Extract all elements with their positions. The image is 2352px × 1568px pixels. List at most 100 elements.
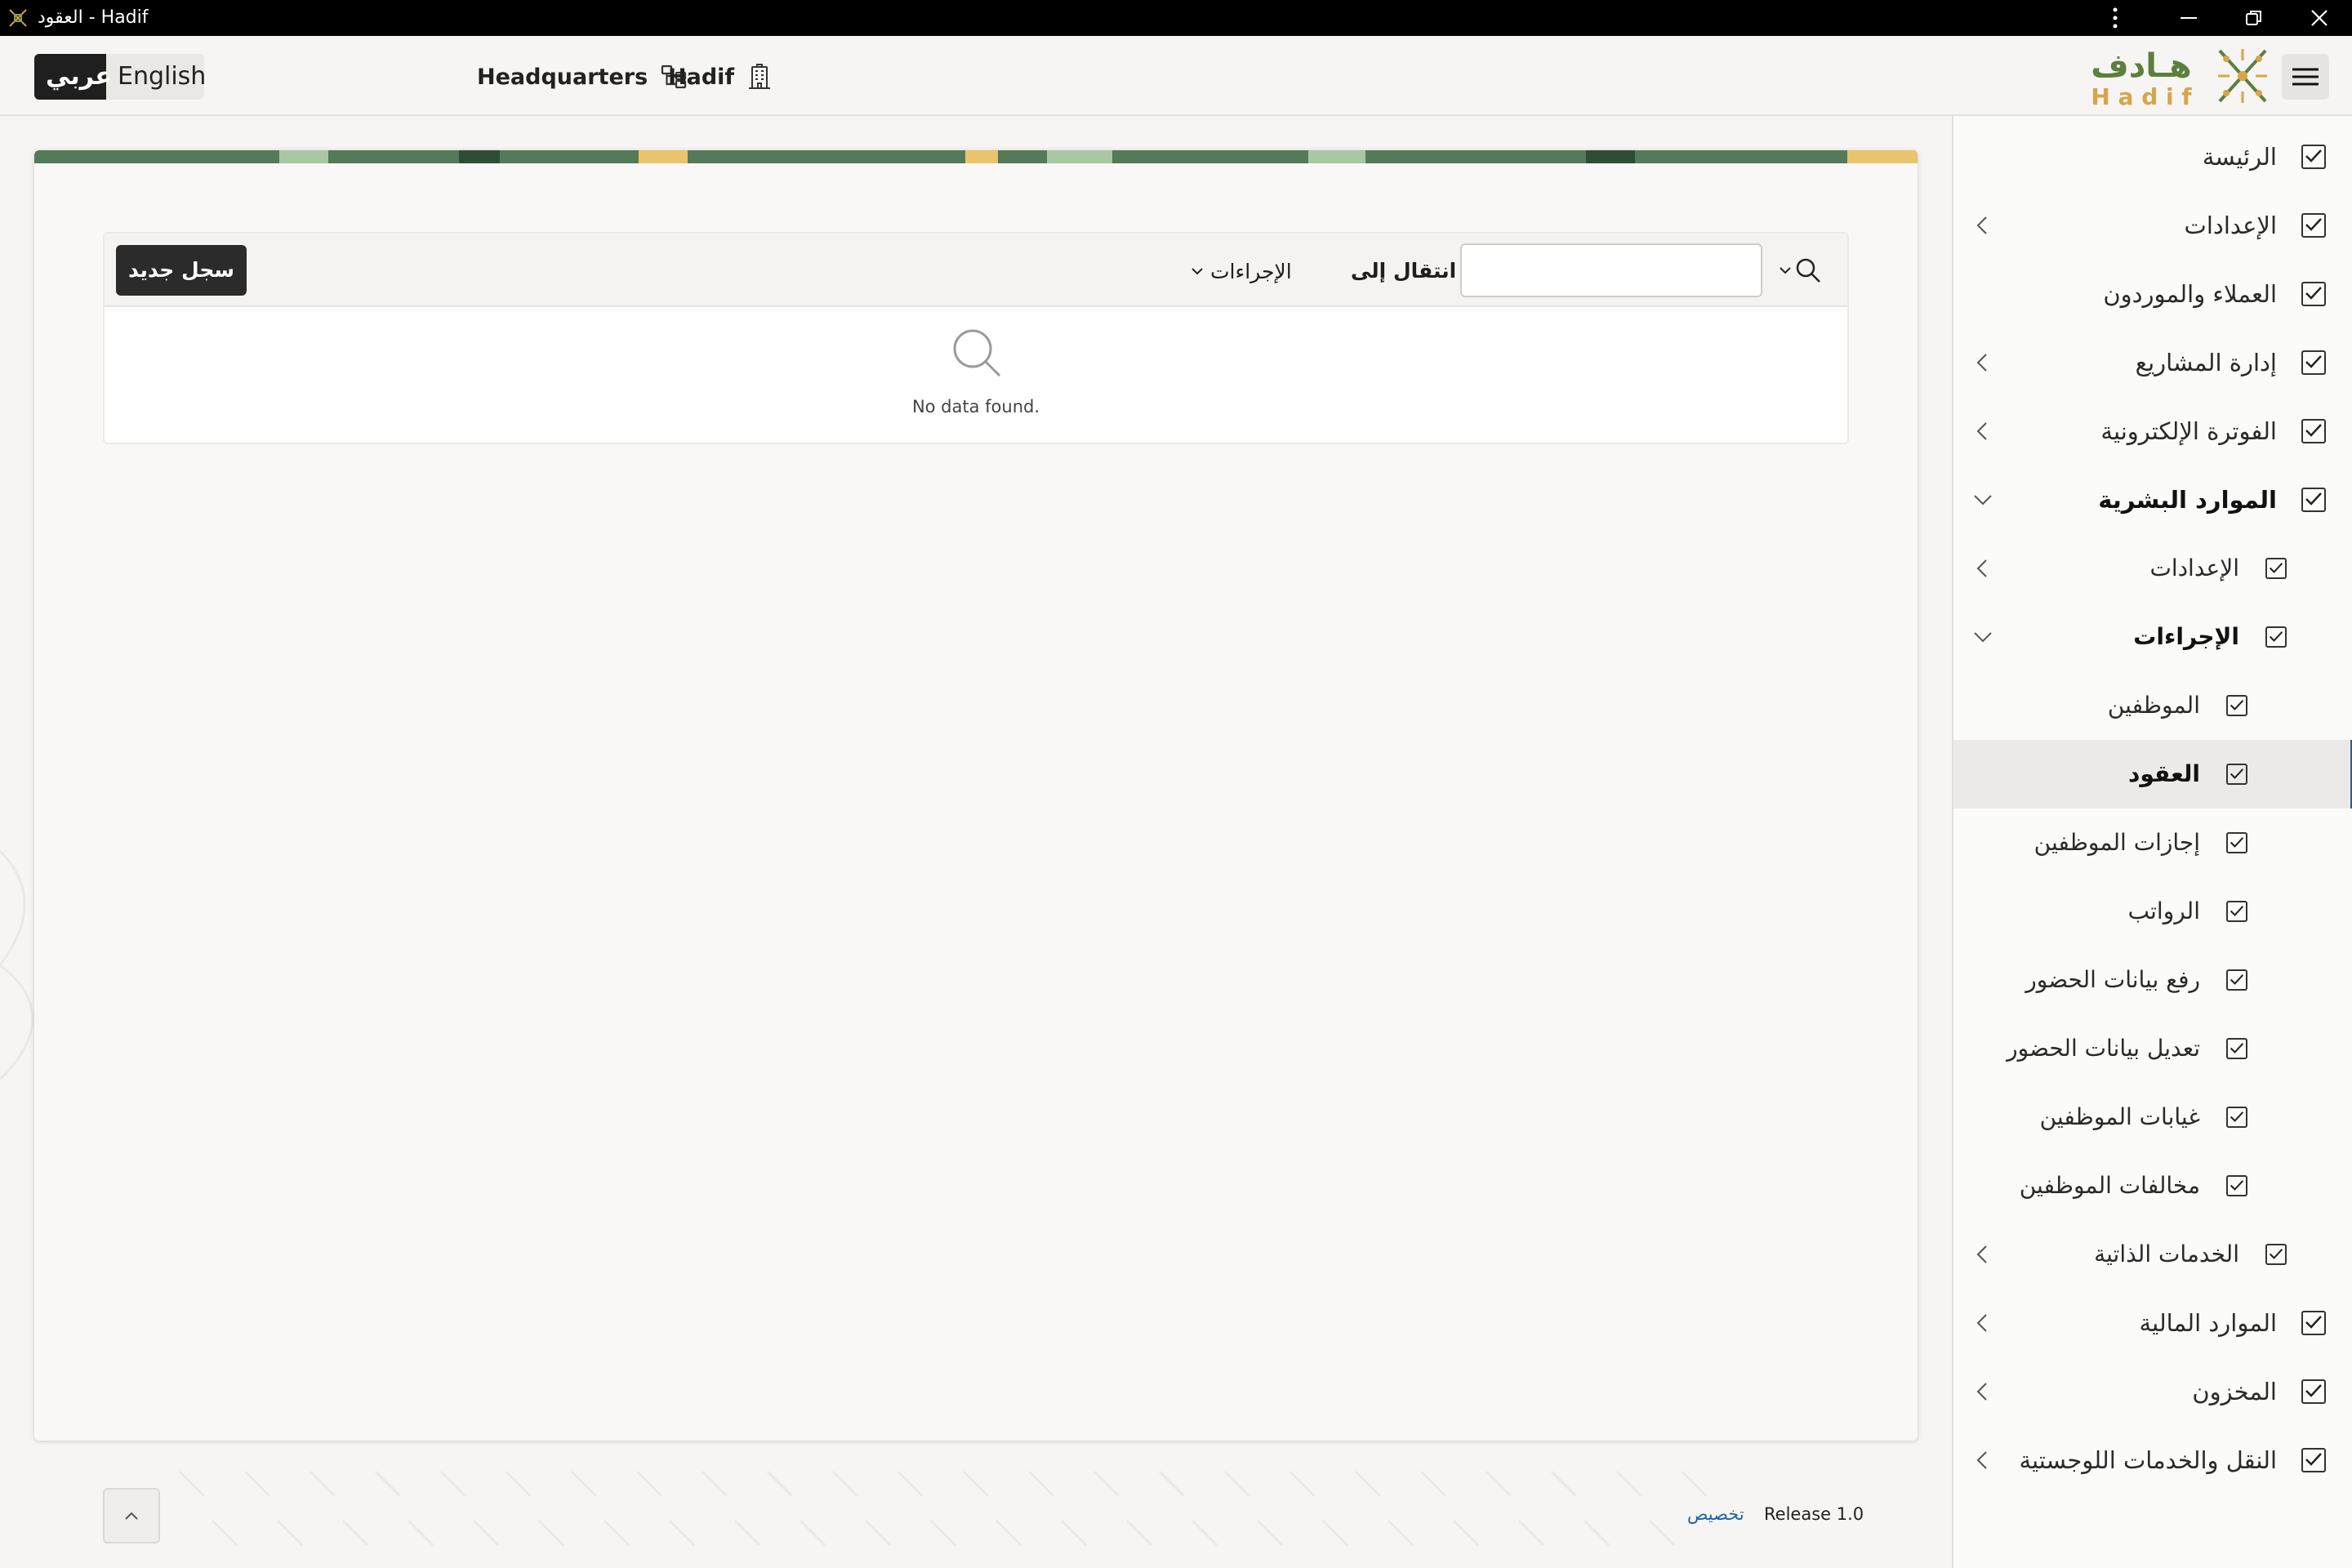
sidebar-item[interactable]: مخالفات الموظفين — [1953, 1152, 2352, 1220]
sidebar-item[interactable]: الفوترة الإلكترونية — [1953, 397, 2352, 466]
chevron-down-icon[interactable] — [1968, 622, 1998, 652]
chevron-down-icon[interactable] — [1968, 485, 1998, 514]
checkbox-icon — [2226, 1107, 2247, 1128]
chevron-left-icon[interactable] — [1968, 1377, 1998, 1406]
checkbox-icon — [2265, 626, 2287, 648]
customize-link[interactable]: تخصيص — [1687, 1504, 1744, 1524]
sidebar-item[interactable]: الإعدادات — [1953, 534, 2352, 603]
sidebar-item[interactable]: الإجراءات — [1953, 603, 2352, 671]
chevron-left-icon[interactable] — [1968, 554, 1998, 583]
logo-arabic-text: هـادف — [2091, 47, 2191, 85]
sidebar-item-label: النقل والخدمات اللوجستية — [2019, 1446, 2277, 1474]
search-icon — [1796, 258, 1820, 283]
more-options-icon[interactable] — [2082, 0, 2148, 36]
sidebar-item-label: الإجراءات — [2133, 623, 2239, 650]
checkbox-icon — [2226, 764, 2247, 785]
checkbox-icon — [2301, 145, 2326, 169]
sidebar-item-label: إدارة المشاريع — [2135, 349, 2277, 376]
chevron-down-icon — [1780, 267, 1791, 274]
headquarters-label: Headquarters — [477, 64, 648, 90]
search-empty-icon — [953, 329, 1001, 377]
sidebar-item-label: غيابات الموظفين — [2039, 1103, 2200, 1130]
sidebar-item-label: رفع بيانات الحضور — [2025, 966, 2200, 993]
lang-english-button[interactable]: English — [106, 54, 204, 100]
sidebar-item[interactable]: تعديل بيانات الحضور — [1953, 1014, 2352, 1083]
headquarters-selector[interactable]: Headquarters — [477, 54, 687, 100]
sidebar-item[interactable]: الإعدادات — [1953, 191, 2352, 260]
scroll-to-top-button[interactable] — [103, 1488, 160, 1544]
new-record-button[interactable]: سجل جديد — [116, 245, 247, 296]
restore-icon[interactable] — [2221, 0, 2287, 36]
checkbox-icon — [2301, 1448, 2326, 1472]
no-data-panel: No data found. — [105, 309, 1847, 443]
sidebar-item-label: الرئيسة — [2202, 143, 2277, 171]
sidebar-item-label: العملاء والموردون — [2103, 280, 2277, 308]
hadif-logo[interactable]: هـادف H a d i f — [2060, 44, 2275, 109]
sidebar-item[interactable]: الرئيسة — [1953, 122, 2352, 191]
company-selector[interactable]: Hadif — [668, 54, 772, 100]
company-label: Hadif — [668, 64, 735, 90]
sidebar-item-label: المخزون — [2192, 1378, 2277, 1405]
window-title-bar: العقود - Hadif — [0, 0, 2352, 36]
sidebar-item-label: مخالفات الموظفين — [2019, 1172, 2200, 1199]
checkbox-icon — [2265, 558, 2287, 579]
checkbox-icon — [2301, 419, 2326, 443]
chevron-left-icon[interactable] — [1968, 1308, 1998, 1338]
sidebar-item[interactable]: الموظفين — [1953, 671, 2352, 740]
sidebar-item[interactable]: الموارد المالية — [1953, 1289, 2352, 1357]
close-icon[interactable] — [2287, 0, 2352, 36]
release-label: Release 1.0 — [1764, 1504, 1864, 1524]
sidebar-item-label: الفوترة الإلكترونية — [2100, 417, 2277, 445]
app-logo-icon — [9, 9, 27, 27]
app-header: عربي English Headquarters Hadif هـادف H … — [0, 36, 2352, 116]
sidebar-item[interactable]: الموارد البشرية — [1953, 466, 2352, 534]
minimize-icon[interactable] — [2156, 0, 2221, 36]
sidebar-item[interactable]: غيابات الموظفين — [1953, 1083, 2352, 1152]
actions-menu-label: الإجراءات — [1210, 259, 1292, 283]
actions-menu-button[interactable]: الإجراءات — [1191, 253, 1292, 289]
sidebar-item-label: الإعدادات — [2149, 555, 2239, 581]
report-toolbar: سجل جديد الإجراءات انتقال إلى — [105, 234, 1847, 307]
search-column-selector[interactable] — [1779, 252, 1836, 289]
sidebar-item[interactable]: إدارة المشاريع — [1953, 328, 2352, 397]
sidebar-item[interactable]: رفع بيانات الحضور — [1953, 946, 2352, 1014]
sidebar-item-label: الرواتب — [2127, 898, 2200, 924]
sidebar-item-label: الخدمات الذاتية — [2094, 1241, 2239, 1267]
sidebar-item-label: الموارد البشرية — [2098, 486, 2277, 514]
decorative-banner — [34, 150, 1918, 163]
search-input[interactable] — [1460, 243, 1762, 297]
chevron-up-icon — [125, 1512, 138, 1520]
sidebar-item[interactable]: العملاء والموردون — [1953, 260, 2352, 328]
lang-arabic-button[interactable]: عربي — [34, 54, 112, 100]
chevron-left-icon[interactable] — [1968, 1240, 1998, 1269]
hamburger-menu-icon[interactable] — [2282, 54, 2329, 100]
chevron-left-icon[interactable] — [1968, 1446, 1998, 1475]
sidebar-item-label: الموارد المالية — [2139, 1309, 2277, 1337]
checkbox-icon — [2301, 1311, 2326, 1335]
sidebar-item-label: تعديل بيانات الحضور — [2007, 1035, 2200, 1062]
checkbox-icon — [2226, 969, 2247, 991]
checkbox-icon — [2226, 901, 2247, 922]
interactive-report: سجل جديد الإجراءات انتقال إلى No data fo… — [103, 232, 1849, 444]
checkbox-icon — [2301, 213, 2326, 238]
checkbox-icon — [2265, 1244, 2287, 1265]
logo-latin-text: H a d i f — [2091, 83, 2192, 109]
sidebar-item-label: إجازات الموظفين — [2034, 829, 2200, 856]
goto-label: انتقال إلى — [1351, 259, 1457, 283]
checkbox-icon — [2226, 1038, 2247, 1059]
sidebar-item[interactable]: المخزون — [1953, 1357, 2352, 1426]
chevron-left-icon[interactable] — [1968, 416, 1998, 446]
checkbox-icon — [2301, 350, 2326, 375]
building-icon — [749, 64, 771, 89]
sidebar-item[interactable]: إجازات الموظفين — [1953, 808, 2352, 877]
chevron-down-icon — [1192, 268, 1203, 275]
sidebar-item[interactable]: العقود — [1953, 740, 2352, 808]
chevron-left-icon[interactable] — [1968, 211, 1998, 240]
chevron-left-icon[interactable] — [1968, 348, 1998, 377]
checkbox-icon — [2301, 1379, 2326, 1404]
checkbox-icon — [2226, 1175, 2247, 1196]
sidebar-item[interactable]: الرواتب — [1953, 877, 2352, 946]
sidebar-item[interactable]: الخدمات الذاتية — [1953, 1220, 2352, 1289]
logo-emblem-icon — [2218, 49, 2267, 103]
sidebar-item[interactable]: النقل والخدمات اللوجستية — [1953, 1426, 2352, 1494]
